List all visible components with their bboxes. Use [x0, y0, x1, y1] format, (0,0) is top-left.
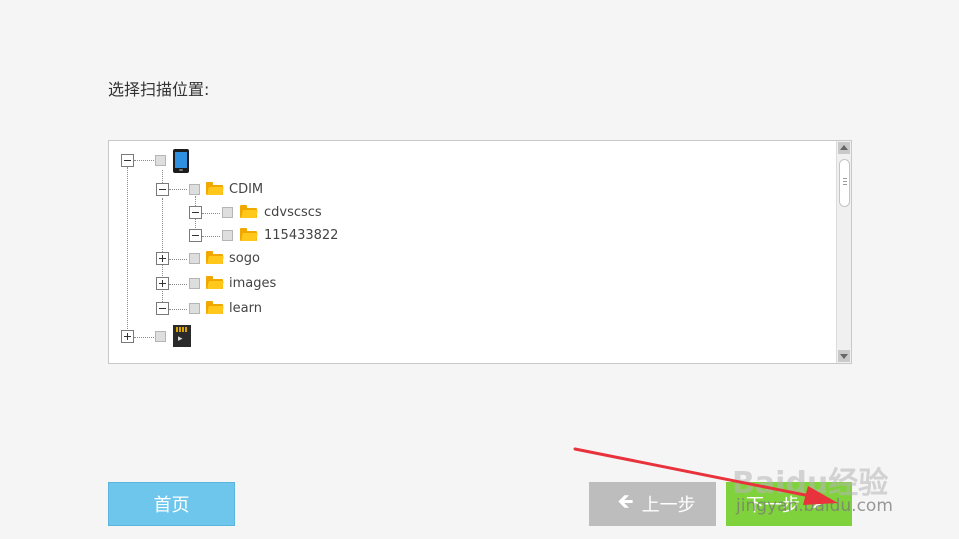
tree-content: CDIM cdvscscs 115433822 sogo images lear… — [109, 141, 837, 363]
folder-icon — [240, 205, 258, 218]
collapse-toggle-cdim[interactable] — [156, 183, 169, 196]
checkbox-sdcard[interactable] — [155, 331, 166, 342]
tree-scrollbar[interactable] — [836, 141, 851, 363]
next-step-label: 下一步 — [745, 495, 800, 516]
tree-item-label-cdvscscs[interactable]: cdvscscs — [264, 205, 322, 220]
scroll-thumb[interactable] — [839, 159, 850, 207]
scan-location-prompt: 选择扫描位置: — [108, 80, 210, 99]
scan-location-tree: CDIM cdvscscs 115433822 sogo images lear… — [108, 140, 852, 364]
collapse-toggle-cdvscscs[interactable] — [189, 206, 202, 219]
checkbox-device[interactable] — [155, 155, 166, 166]
tree-connector — [169, 309, 187, 310]
arrow-left-icon: 🡸 — [617, 489, 634, 513]
folder-icon — [206, 182, 224, 195]
checkbox-images[interactable] — [189, 278, 200, 289]
tree-item-label-cdim[interactable]: CDIM — [229, 182, 263, 197]
collapse-toggle-device[interactable] — [121, 154, 134, 167]
checkbox-cdvscscs[interactable] — [222, 207, 233, 218]
tree-connector — [202, 213, 220, 214]
arrow-right-icon: 🡺 — [807, 489, 825, 513]
home-button-label: 首页 — [153, 495, 190, 516]
collapse-toggle-learn[interactable] — [156, 302, 169, 315]
tree-connector — [169, 189, 187, 190]
tree-item-label-images[interactable]: images — [229, 276, 276, 291]
expand-toggle-sogo[interactable] — [156, 252, 169, 265]
expand-toggle-images[interactable] — [156, 277, 169, 290]
expand-toggle-sdcard[interactable] — [121, 330, 134, 343]
sd-card-icon: ▸ — [173, 325, 191, 347]
checkbox-learn[interactable] — [189, 303, 200, 314]
tree-item-label-sogo[interactable]: sogo — [229, 251, 260, 266]
checkbox-cdim[interactable] — [189, 184, 200, 195]
scroll-up-button[interactable] — [838, 142, 850, 154]
tree-connector — [202, 236, 220, 237]
folder-icon — [206, 301, 224, 314]
tree-connector — [169, 259, 187, 260]
home-button[interactable]: 首页 — [108, 482, 235, 526]
previous-step-button[interactable]: 🡸 上一步 — [589, 482, 716, 526]
tree-connector — [134, 337, 154, 338]
tree-connector — [134, 160, 154, 161]
tree-item-label-learn[interactable]: learn — [229, 301, 262, 316]
scroll-down-button[interactable] — [838, 350, 850, 362]
tree-item-label-115433822[interactable]: 115433822 — [264, 228, 338, 243]
next-step-button[interactable]: 下一步 🡺 — [726, 482, 852, 526]
checkbox-115433822[interactable] — [222, 230, 233, 241]
tree-connector — [127, 167, 128, 337]
previous-step-label: 上一步 — [641, 495, 696, 516]
tree-connector — [169, 284, 187, 285]
folder-icon — [240, 228, 258, 241]
phone-icon — [173, 149, 189, 173]
folder-icon — [206, 251, 224, 264]
collapse-toggle-115433822[interactable] — [189, 229, 202, 242]
folder-icon — [206, 276, 224, 289]
checkbox-sogo[interactable] — [189, 253, 200, 264]
